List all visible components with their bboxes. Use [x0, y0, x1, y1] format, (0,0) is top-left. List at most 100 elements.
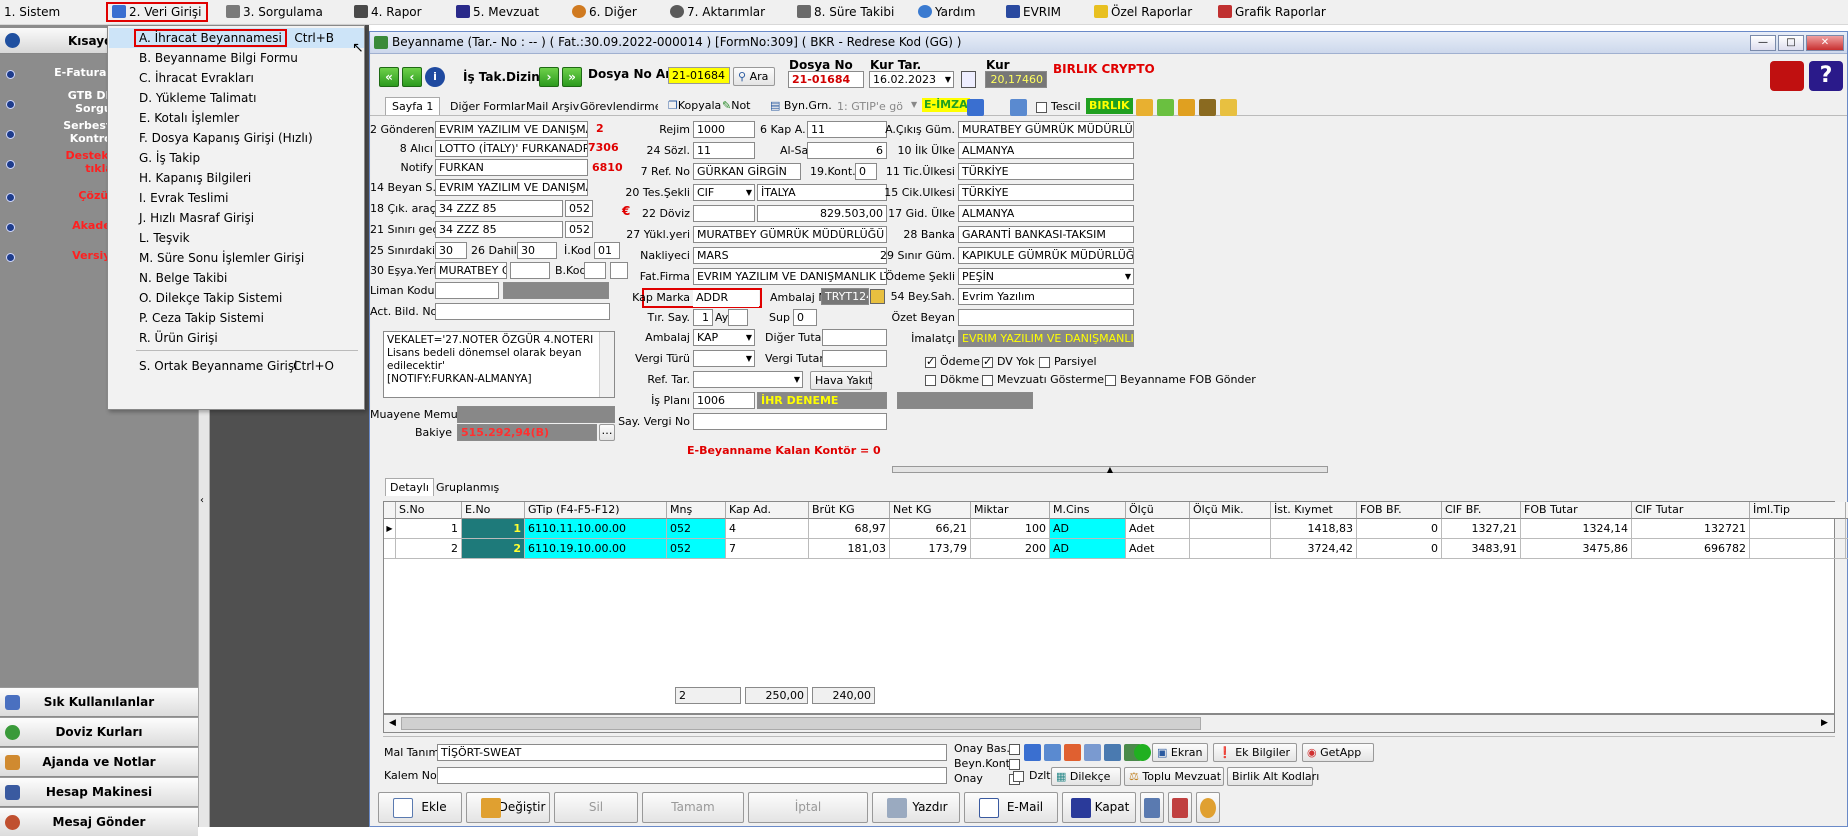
grid-cell[interactable]: 200 — [971, 539, 1050, 559]
prev-record-button[interactable]: ‹ — [402, 67, 422, 87]
ozet-beyan-field[interactable] — [958, 309, 1134, 326]
grid-cell[interactable]: 1 — [462, 519, 525, 539]
beyn-kont-checkbox[interactable] — [1009, 759, 1020, 770]
getapp-button[interactable]: ◉ GetApp — [1302, 743, 1374, 762]
dropdown-item-3[interactable]: C. İhracat Evrakları — [109, 68, 364, 88]
not-button[interactable]: ✎Not — [718, 97, 755, 116]
notify-field[interactable]: FURKAN — [435, 159, 588, 176]
grid-cell[interactable]: 66,21 — [890, 519, 971, 539]
menu-sure-takibi[interactable]: 8. Süre Takibi — [797, 4, 894, 21]
preview-icon[interactable] — [1010, 99, 1027, 116]
dropdown-item-15[interactable]: P. Ceza Takip Sistemi — [109, 308, 364, 328]
act-bild-field[interactable] — [435, 303, 610, 320]
document-icon[interactable] — [1044, 744, 1061, 761]
tab-diger-formlar[interactable]: Diğer Formlar — [450, 98, 525, 116]
dropdown-item-7[interactable]: G. İş Takip — [109, 148, 364, 168]
notes-scrollbar[interactable] — [599, 332, 614, 397]
grid-cell[interactable]: 1327,21 — [1442, 519, 1521, 539]
menu-ozel-raporlar[interactable]: Özel Raporlar — [1094, 4, 1192, 21]
grid-cell[interactable]: Adet — [1126, 519, 1190, 539]
fat-firma-field[interactable]: EVRIM YAZILIM VE DANIŞMANLIK LT — [693, 268, 887, 285]
arrow-right-icon[interactable] — [1134, 744, 1151, 761]
kapat-button[interactable]: Kapat — [1062, 792, 1136, 823]
menu-grafik-raporlar[interactable]: Grafik Raporlar — [1218, 4, 1326, 21]
grid-cell[interactable]: 68,97 — [809, 519, 890, 539]
next-record-button[interactable]: › — [539, 67, 559, 87]
report-button[interactable] — [1140, 792, 1164, 823]
ek-bilgiler-button[interactable]: ❗ Ek Bilgiler — [1213, 743, 1297, 762]
column-header[interactable]: Brüt KG — [809, 502, 890, 519]
close-button[interactable]: ✕ — [1806, 35, 1844, 51]
column-header[interactable]: İml.Tip — [1750, 502, 1846, 519]
grid-cell[interactable]: 052 — [667, 539, 726, 559]
grid-cell[interactable] — [1190, 519, 1271, 539]
grid-cell[interactable]: AD — [1050, 539, 1126, 559]
cik-ulke-field[interactable]: TÜRKİYE — [958, 184, 1134, 201]
signature-icon[interactable] — [967, 99, 984, 116]
tamam-button[interactable]: Tamam — [642, 792, 744, 823]
grid-cell[interactable]: 7 — [726, 539, 809, 559]
last-record-button[interactable]: » — [562, 67, 582, 87]
byn-grn-button[interactable]: ▤ Byn.Grn. — [766, 97, 836, 116]
email-button[interactable]: E-Mail — [964, 792, 1058, 823]
column-header[interactable]: Kap Ad. — [726, 502, 809, 519]
column-header[interactable]: M.Cins — [1050, 502, 1126, 519]
alert-icon[interactable] — [1770, 61, 1804, 91]
column-header[interactable]: E.No — [462, 502, 525, 519]
dosya-no-ara-input[interactable]: 21-01684 — [668, 67, 730, 84]
tab-detayli[interactable]: Detaylı — [385, 478, 434, 496]
grid-cell[interactable]: 6110.19.10.00.00 — [525, 539, 667, 559]
grid-cell[interactable]: 173,79 — [890, 539, 971, 559]
menu-veri-girisi[interactable]: 2. Veri Girişi — [106, 2, 208, 22]
ambalaj-select[interactable]: KAP ▼ — [693, 329, 755, 346]
parsiyel-checkbox[interactable] — [1039, 357, 1050, 368]
column-header[interactable]: CIF BF. — [1442, 502, 1521, 519]
folder-icon[interactable] — [1136, 99, 1153, 116]
column-header[interactable]: Net KG — [890, 502, 971, 519]
menu-rapor[interactable]: 4. Rapor — [354, 4, 422, 21]
folder-upload-icon[interactable] — [1157, 99, 1174, 116]
cikis-gum-field[interactable]: MURATBEY GÜMRÜK MÜDÜRLÜĞ — [958, 121, 1134, 138]
column-header[interactable]: FOB Tutar — [1521, 502, 1632, 519]
dropdown-item-13[interactable]: N. Belge Takibi — [109, 268, 364, 288]
ambalaj-no-field[interactable]: TRYT124! — [821, 288, 869, 305]
row-indicator[interactable]: ▶ — [384, 519, 396, 539]
dropdown-item-6[interactable]: F. Dosya Kapanış Girişi (Hızlı) — [109, 128, 364, 148]
dokme-checkbox[interactable] — [925, 375, 936, 386]
odeme-sekli-select[interactable]: PEŞİN ▼ — [958, 268, 1134, 285]
tescil-checkbox[interactable] — [1036, 102, 1047, 113]
vergi-tutar-field[interactable] — [822, 350, 887, 367]
ref-tar-select[interactable]: ▼ — [693, 371, 803, 388]
dropdown-item-2[interactable]: B. Beyanname Bilgi Formu — [109, 48, 364, 68]
grid-cell[interactable]: 6110.11.10.00.00 — [525, 519, 667, 539]
kont-field[interactable]: 0 — [855, 163, 877, 180]
minimize-button[interactable]: — — [1750, 35, 1776, 51]
tab-sayfa-1[interactable]: Sayfa 1 — [385, 97, 441, 115]
dropdown-item-14[interactable]: O. Dilekçe Takip Sistemi — [109, 288, 364, 308]
row-indicator[interactable] — [384, 539, 396, 559]
sinirdaki-field[interactable]: 30 — [435, 242, 467, 259]
column-header[interactable]: S.No — [396, 502, 462, 519]
cik-arac-code[interactable]: 052 — [565, 200, 593, 217]
notes-textarea[interactable]: VEKALET='27.NOTER ÖZGÜR 4.NOTERI Lisans … — [383, 331, 615, 398]
fob-checkbox[interactable] — [1105, 375, 1116, 386]
ekle-button[interactable]: Ekle — [378, 792, 462, 823]
esya-yeri-field[interactable]: MURATBEY GÜ — [435, 262, 507, 279]
menu-yardim[interactable]: Yardım — [918, 4, 975, 21]
grid-cell[interactable]: 4 — [726, 519, 809, 539]
scroll-thumb[interactable] — [401, 717, 1201, 730]
alici-field[interactable]: LOTTO (İTALY)' FURKANADRES11' — [435, 140, 588, 157]
grid-cell[interactable]: 696782 — [1632, 539, 1750, 559]
grid-cell[interactable]: Adet — [1126, 539, 1190, 559]
sup-field[interactable]: 0 — [793, 309, 817, 326]
onay-bas-checkbox[interactable] — [1009, 744, 1020, 755]
grid-cell[interactable]: 181,03 — [809, 539, 890, 559]
grid-cell[interactable]: 2 — [396, 539, 462, 559]
degistir-button[interactable]: Değiştir — [466, 792, 550, 823]
al-sat-field[interactable]: 6 — [807, 142, 887, 159]
doviz-code-field[interactable] — [693, 205, 755, 222]
column-header[interactable]: FOB BF. — [1357, 502, 1442, 519]
folder-settings-icon[interactable] — [1199, 99, 1216, 116]
maximize-button[interactable]: □ — [1778, 35, 1804, 51]
dropdown-item-17[interactable]: S. Ortak Beyanname Girişi Ctrl+O — [109, 356, 364, 376]
